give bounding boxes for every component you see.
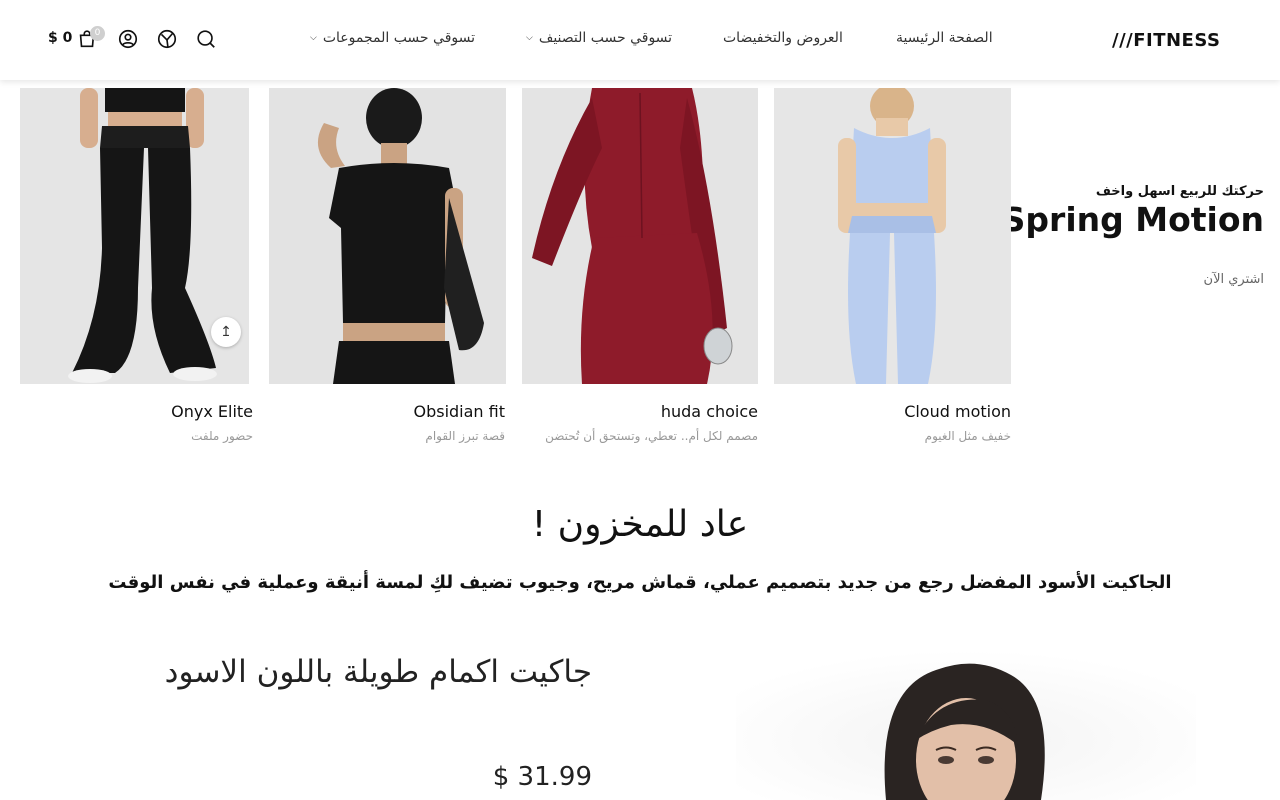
- product-name-obsidian-fit[interactable]: Obsidian fit: [413, 402, 505, 421]
- promo-subtitle: حركتك للربيع اسهل واخف: [1095, 184, 1264, 199]
- product-image-cloud-motion[interactable]: [774, 88, 1011, 384]
- product-desc-obsidian-fit: قصة تبرز القوام: [425, 429, 505, 443]
- cart-total[interactable]: $ 0: [48, 30, 72, 46]
- product-name-huda-choice[interactable]: huda choice: [661, 402, 758, 421]
- cart-count-badge: 0: [90, 26, 105, 41]
- nav-home[interactable]: الصفحة الرئيسية: [896, 30, 993, 46]
- nav-shop-by-category-label: تسوقي حسب التصنيف: [538, 30, 673, 46]
- nav-shop-by-category[interactable]: ⌵ تسوقي حسب التصنيف: [526, 30, 672, 46]
- globe-icon[interactable]: [156, 28, 178, 50]
- product-image-obsidian-fit[interactable]: [269, 88, 506, 384]
- product-desc-huda-choice: مصمم لكل أم.. تعطي، وتستحق أن تُحتضن: [545, 429, 758, 443]
- product-image-onyx-elite[interactable]: ↥: [20, 88, 249, 384]
- site-logo[interactable]: ///FITNESS: [1112, 30, 1220, 51]
- nav-offers[interactable]: العروض والتخفيضات: [723, 30, 843, 46]
- featured-product-price: $ 31.99: [492, 762, 592, 792]
- featured-product-image[interactable]: [736, 650, 1196, 800]
- promo-title: Spring Motion: [1001, 200, 1264, 239]
- account-icon[interactable]: [117, 28, 139, 50]
- featured-product-title[interactable]: جاكيت اكمام طويلة باللون الاسود: [120, 654, 592, 690]
- site-header: ///FITNESS الصفحة الرئيسية العروض والتخف…: [0, 0, 1280, 80]
- nav-shop-by-collection[interactable]: ⌵ تسوقي حسب المجموعات: [310, 30, 475, 46]
- shop-now-link[interactable]: اشتري الآن: [1204, 272, 1264, 287]
- product-image-huda-choice[interactable]: [522, 88, 758, 384]
- product-desc-onyx-elite: حضور ملفت: [191, 429, 253, 443]
- product-name-cloud-motion[interactable]: Cloud motion: [904, 402, 1011, 421]
- back-in-stock-description: الجاكيت الأسود المفضل رجع من جديد بتصميم…: [108, 572, 1172, 593]
- search-icon[interactable]: [195, 28, 217, 50]
- scroll-to-top-button[interactable]: ↥: [211, 317, 241, 347]
- product-desc-cloud-motion: خفيف مثل الغيوم: [924, 429, 1011, 443]
- chevron-down-icon: ⌵: [310, 33, 317, 43]
- arrow-up-icon: ↥: [220, 324, 232, 340]
- product-name-onyx-elite[interactable]: Onyx Elite: [171, 402, 253, 421]
- nav-shop-by-collection-label: تسوقي حسب المجموعات: [322, 30, 476, 46]
- chevron-down-icon: ⌵: [526, 33, 533, 43]
- back-in-stock-title: عاد للمخزون !: [531, 504, 749, 545]
